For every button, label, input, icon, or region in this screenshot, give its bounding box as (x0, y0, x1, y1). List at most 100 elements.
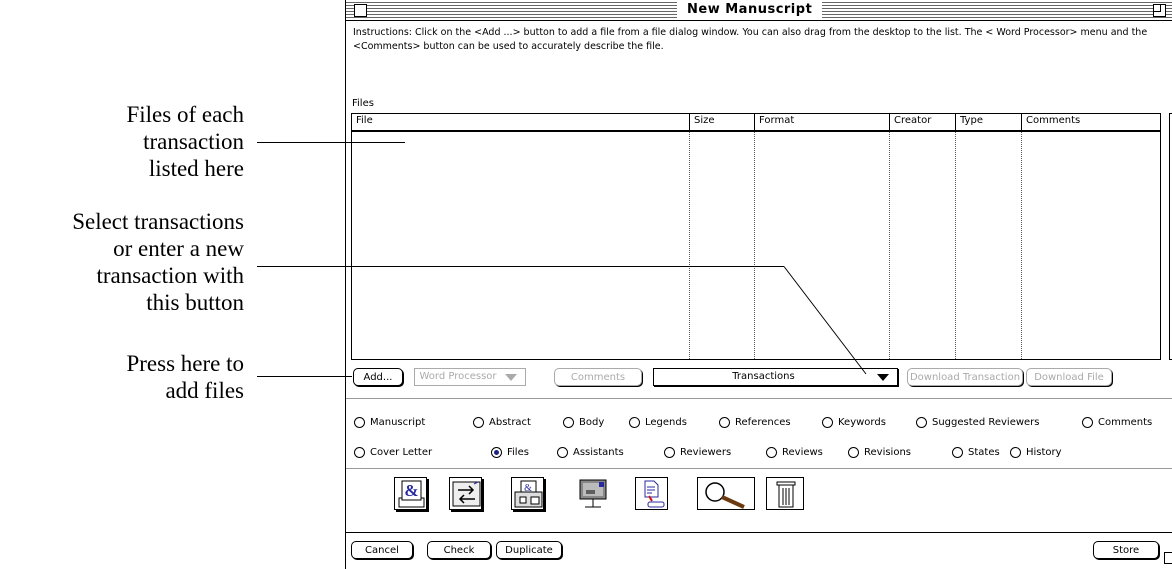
radio-label: Body (579, 417, 605, 428)
radio-label: References (735, 417, 791, 428)
radio-button-icon[interactable] (491, 447, 502, 458)
word-document-icon[interactable]: & (394, 477, 427, 510)
instructions-text: Instructions: Click on the <Add ...> but… (353, 27, 1148, 52)
duplicate-button[interactable]: Duplicate (496, 541, 562, 559)
store-button[interactable]: Store (1093, 541, 1159, 559)
radio-comments[interactable]: Comments (1082, 416, 1152, 429)
radio-button-icon[interactable] (664, 447, 675, 458)
radio-label: Assistants (573, 447, 624, 458)
radio-button-icon[interactable] (952, 447, 963, 458)
close-box-icon[interactable] (354, 4, 367, 17)
divider (346, 468, 1172, 469)
column-divider (1021, 114, 1022, 130)
column-divider (689, 132, 690, 359)
column-divider (754, 132, 755, 359)
popup-arrow-icon (877, 374, 889, 381)
divider (346, 398, 1172, 399)
radio-body[interactable]: Body (563, 416, 604, 429)
files-table[interactable]: File Size Format Creator Type Comments (351, 113, 1161, 360)
radio-label: Files (507, 447, 529, 458)
column-format[interactable]: Format (759, 115, 794, 126)
cancel-button[interactable]: Cancel (351, 541, 413, 559)
files-table-header: File Size Format Creator Type Comments (352, 114, 1160, 132)
radio-button-icon[interactable] (822, 417, 833, 428)
comments-button[interactable]: Comments (554, 368, 642, 386)
file-export-icon[interactable] (635, 477, 668, 510)
download-file-button[interactable]: Download File (1026, 368, 1112, 386)
popup-arrow-icon (505, 374, 517, 381)
column-divider (1021, 132, 1022, 359)
radio-manuscript[interactable]: Manuscript (354, 416, 425, 429)
radio-button-icon[interactable] (848, 447, 859, 458)
radio-button-icon[interactable] (354, 417, 365, 428)
radio-suggested-reviewers[interactable]: Suggested Reviewers (916, 416, 1040, 429)
radio-button-icon[interactable] (916, 417, 927, 428)
radio-legends[interactable]: Legends (629, 416, 687, 429)
email-icon[interactable] (577, 477, 610, 510)
radio-button-icon[interactable] (473, 417, 484, 428)
radio-reviews[interactable]: Reviews (766, 446, 823, 459)
print-icon[interactable]: & (511, 477, 544, 510)
radio-label: States (968, 447, 1000, 458)
title-bar[interactable]: New Manuscript (346, 0, 1172, 21)
radio-assistants[interactable]: Assistants (557, 446, 624, 459)
window-title: New Manuscript (677, 0, 823, 20)
radio-files[interactable]: Files (491, 446, 529, 459)
callout-add: Press here to add files (126, 351, 244, 403)
radio-history[interactable]: History (1010, 446, 1062, 459)
column-type[interactable]: Type (960, 115, 983, 126)
radio-label: Keywords (838, 417, 886, 428)
radio-label: Abstract (489, 417, 531, 428)
column-file[interactable]: File (356, 115, 373, 126)
column-creator[interactable]: Creator (894, 115, 931, 126)
transactions-menu[interactable]: Transactions (653, 368, 898, 386)
zoom-box-icon[interactable] (1153, 4, 1166, 17)
column-size[interactable]: Size (694, 115, 715, 126)
radio-label: History (1026, 447, 1062, 458)
radio-button-icon[interactable] (629, 417, 640, 428)
radio-button-icon[interactable] (557, 447, 568, 458)
radio-abstract[interactable]: Abstract (473, 416, 531, 429)
download-transaction-button[interactable]: Download Transaction (907, 368, 1023, 386)
callout-files: Files of each transaction listed here (126, 102, 244, 181)
radio-label: Suggested Reviewers (932, 417, 1040, 428)
radio-button-icon[interactable] (719, 417, 730, 428)
radio-label: Revisions (864, 447, 912, 458)
radio-cover-letter[interactable]: Cover Letter (354, 446, 432, 459)
transfer-icon[interactable] (449, 477, 482, 510)
radio-keywords[interactable]: Keywords (822, 416, 886, 429)
divider (346, 532, 1172, 533)
svg-text:&: & (404, 481, 418, 500)
resize-handle-icon[interactable] (1164, 552, 1172, 564)
radio-references[interactable]: References (719, 416, 791, 429)
radio-label: Reviewers (680, 447, 732, 458)
column-divider (689, 114, 690, 130)
trash-icon[interactable] (766, 477, 804, 510)
check-button[interactable]: Check (427, 541, 491, 559)
radio-states[interactable]: States (952, 446, 1000, 459)
word-processor-label: Word Processor (419, 371, 497, 382)
column-divider (955, 114, 956, 130)
column-divider (889, 114, 890, 130)
column-comments[interactable]: Comments (1026, 115, 1080, 126)
magnifier-icon[interactable] (697, 477, 755, 510)
radio-label: Reviews (782, 447, 823, 458)
radio-button-icon[interactable] (563, 417, 574, 428)
radio-button-icon[interactable] (1082, 417, 1093, 428)
callout-transactions: Select transactions or enter a new trans… (72, 209, 244, 315)
column-divider (754, 114, 755, 130)
radio-reviewers[interactable]: Reviewers (664, 446, 731, 459)
radio-label: Comments (1098, 417, 1153, 428)
word-processor-menu[interactable]: Word Processor (414, 368, 526, 386)
radio-button-icon[interactable] (354, 447, 365, 458)
transactions-label: Transactions (732, 371, 795, 382)
radio-label: Manuscript (370, 417, 426, 428)
new-manuscript-window: New Manuscript Instructions: Click on th… (345, 0, 1172, 569)
files-label: Files (352, 98, 374, 109)
radio-button-icon[interactable] (766, 447, 777, 458)
add-button[interactable]: Add... (353, 368, 403, 386)
radio-revisions[interactable]: Revisions (848, 446, 911, 459)
radio-button-icon[interactable] (1010, 447, 1021, 458)
column-divider (955, 132, 956, 359)
radio-label: Legends (645, 417, 687, 428)
